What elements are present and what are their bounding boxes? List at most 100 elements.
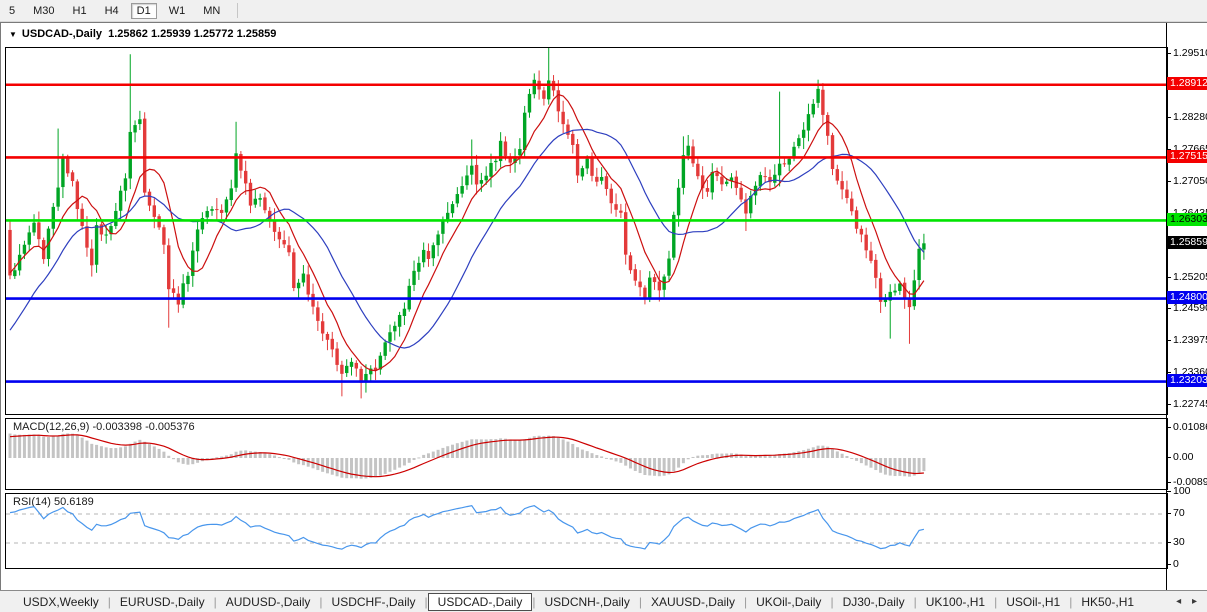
macd-histogram-bar xyxy=(653,458,657,476)
candle-body xyxy=(354,362,359,369)
candle-body xyxy=(826,115,830,136)
candle-body xyxy=(835,169,840,181)
macd-histogram-bar xyxy=(301,458,305,466)
macd-histogram-bar xyxy=(417,457,421,459)
candle-body xyxy=(94,225,99,265)
macd-panel[interactable]: MACD(12,26,9) -0.003398 -0.005376 xyxy=(5,418,1168,490)
macd-histogram-bar xyxy=(27,434,31,458)
timeframe-button-mn[interactable]: MN xyxy=(197,3,226,19)
candle-body xyxy=(248,182,253,206)
rsi-tick-tick xyxy=(1166,513,1171,514)
macd-histogram-bar xyxy=(287,458,291,460)
candle-body xyxy=(503,141,508,156)
chart-dropdown-icon[interactable]: ▼ xyxy=(9,30,17,39)
tab-usdcnh-daily[interactable]: USDCNH-,Daily xyxy=(535,593,638,611)
timeframe-button-h4[interactable]: H4 xyxy=(99,3,125,19)
candle-body xyxy=(205,211,209,218)
candle-body xyxy=(614,204,618,210)
macd-histogram-bar xyxy=(811,447,815,458)
macd-histogram-bar xyxy=(802,450,806,458)
candle-body xyxy=(667,258,671,276)
tab-hk50-h1[interactable]: HK50-,H1 xyxy=(1072,593,1143,611)
price-tick-1.23975-tick xyxy=(1166,340,1171,342)
macd-histogram-bar xyxy=(181,458,185,464)
candle-body xyxy=(171,288,176,293)
macd-histogram-bar xyxy=(393,458,397,470)
macd-histogram-bar xyxy=(388,458,392,472)
macd-histogram-bar xyxy=(249,451,252,458)
tab-ukoil-daily[interactable]: UKOil-,Daily xyxy=(747,593,830,611)
macd-histogram-bar xyxy=(378,458,382,476)
timeframe-button-h1[interactable]: H1 xyxy=(67,3,93,19)
macd-histogram-bar xyxy=(71,433,75,458)
price-tick-1.2951: 1.29510 xyxy=(1173,46,1207,59)
candle-body xyxy=(590,157,594,176)
rsi-tick: 100 xyxy=(1173,485,1191,498)
rsi-panel[interactable]: RSI(14) 50.6189 xyxy=(5,493,1168,569)
candle-body xyxy=(599,177,604,181)
candle-body xyxy=(777,163,782,176)
candle-body xyxy=(277,231,282,240)
tab-usoil-h1[interactable]: USOil-,H1 xyxy=(997,593,1069,611)
candle-body xyxy=(869,250,873,261)
price-tick-1.23975: 1.23975 xyxy=(1173,334,1207,347)
macd-histogram-bar xyxy=(123,446,127,458)
macd-histogram-bar xyxy=(614,458,618,462)
candle-body xyxy=(85,226,89,248)
macd-histogram-bar xyxy=(542,435,546,458)
candle-body xyxy=(13,270,17,277)
macd-histogram-bar xyxy=(157,448,161,458)
candle-body xyxy=(258,198,262,200)
macd-histogram-bar xyxy=(672,458,676,472)
macd-histogram-bar xyxy=(292,458,296,463)
macd-histogram-bar xyxy=(619,458,623,463)
macd-histogram-bar xyxy=(907,458,911,477)
macd-histogram-bar xyxy=(345,458,349,479)
tab-usdx-weekly[interactable]: USDX,Weekly xyxy=(14,593,108,611)
candle-body xyxy=(325,333,330,340)
candle-body xyxy=(37,222,41,240)
macd-histogram-bar xyxy=(95,444,99,458)
macd-tick-tick xyxy=(1166,481,1171,483)
tab-scroll-arrows[interactable]: ◂ ▸ xyxy=(1176,596,1201,607)
timeframe-toolbar: 5 M30 H1 H4 D1 W1 MN xyxy=(0,0,1207,22)
macd-histogram-bar xyxy=(162,451,166,458)
tab-usdcad-daily[interactable]: USDCAD-,Daily xyxy=(427,592,533,611)
price-axis-divider xyxy=(1166,23,1167,590)
rsi-canvas[interactable] xyxy=(6,494,1167,568)
tab-uk100-h1[interactable]: UK100-,H1 xyxy=(917,593,994,611)
macd-histogram-bar xyxy=(426,453,430,458)
candle-body xyxy=(320,321,325,334)
macd-histogram-bar xyxy=(681,458,685,464)
macd-histogram-bar xyxy=(374,458,378,478)
macd-canvas[interactable] xyxy=(6,419,1167,489)
candle-body xyxy=(633,269,637,281)
macd-histogram-bar xyxy=(42,436,46,458)
timeframe-button-w1[interactable]: W1 xyxy=(163,3,192,19)
macd-histogram-bar xyxy=(114,448,118,458)
macd-histogram-bar xyxy=(109,448,113,458)
candle-body xyxy=(114,210,118,227)
chart-ohlc-values: 1.25862 1.25939 1.25772 1.25859 xyxy=(108,28,277,40)
tab-dj30-daily[interactable]: DJ30-,Daily xyxy=(834,593,914,611)
candle-body xyxy=(393,325,397,332)
tab-usdchf-daily[interactable]: USDCHF-,Daily xyxy=(323,593,425,611)
candle-body xyxy=(311,293,315,307)
price-chart-canvas[interactable] xyxy=(6,48,1167,414)
candle-body xyxy=(128,131,132,179)
macd-tick: 0.00 xyxy=(1173,451,1194,463)
macd-histogram-bar xyxy=(138,439,142,458)
timeframe-button-5[interactable]: 5 xyxy=(3,3,21,19)
candle-body xyxy=(455,194,460,204)
tab-xauusd-daily[interactable]: XAUUSD-,Daily xyxy=(642,593,744,611)
macd-histogram-bar xyxy=(51,436,55,458)
timeframe-button-d1[interactable]: D1 xyxy=(130,2,157,19)
rsi-tick-tick xyxy=(1166,542,1171,543)
tab-audusd-daily[interactable]: AUDUSD-,Daily xyxy=(217,593,320,611)
candle-body xyxy=(210,209,214,211)
timeframe-button-m30[interactable]: M30 xyxy=(27,3,60,19)
tab-eurusd-daily[interactable]: EURUSD-,Daily xyxy=(111,593,214,611)
chart-symbol-label: USDCAD-,Daily xyxy=(21,28,102,40)
main-chart-panel[interactable] xyxy=(5,47,1168,415)
candle-body xyxy=(431,245,435,259)
